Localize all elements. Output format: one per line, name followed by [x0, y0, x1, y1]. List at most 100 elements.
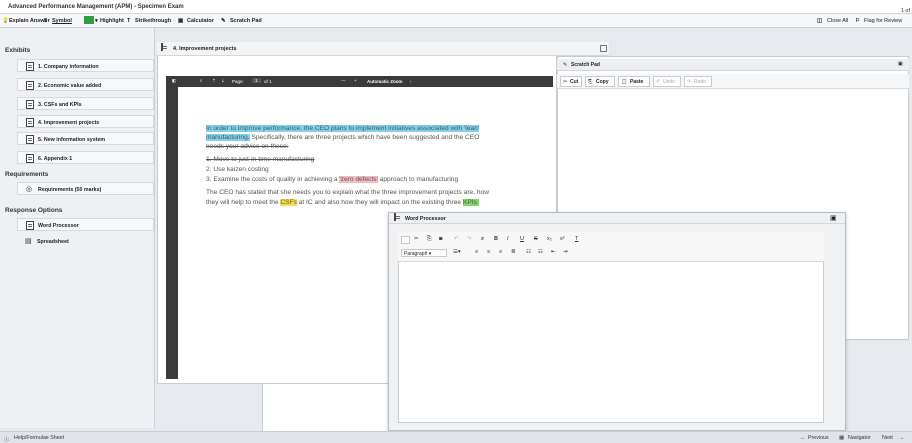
bold-icon[interactable]: B — [494, 236, 498, 242]
document-icon — [26, 81, 34, 90]
document-header: 4. Improvement projects — [157, 42, 609, 56]
exhibit-item-1[interactable]: 1. Company information — [17, 59, 154, 72]
window-restore-button[interactable]: ▣ — [898, 61, 903, 67]
bullet-list-icon[interactable]: ☷ — [526, 249, 531, 255]
underline-icon[interactable]: U — [520, 236, 524, 242]
strikethrough-button[interactable]: Strikethrough — [135, 18, 171, 24]
redo-button[interactable]: ↷ Redo — [684, 76, 712, 87]
copy-label: Copy — [596, 79, 609, 85]
exhibit-label: 4. Improvement projects — [38, 119, 100, 126]
navigator-button[interactable]: Navigator — [848, 435, 871, 441]
exhibit-item-4[interactable]: 4. Improvement projects — [17, 115, 154, 128]
italic-icon[interactable]: I — [507, 236, 509, 242]
exhibits-heading: Exhibits — [5, 47, 31, 54]
page-number-input[interactable]: 1 — [252, 78, 261, 83]
copy-icon[interactable]: ⎘ — [427, 236, 431, 243]
response-label: Spreadsheet — [37, 238, 69, 245]
exhibit-item-5[interactable]: 5. New information system — [17, 132, 154, 145]
line-spacing-icon[interactable]: ☰▾ — [453, 249, 461, 255]
superscript-icon[interactable]: x² — [560, 236, 565, 242]
paste-icon[interactable]: ◙ — [439, 236, 442, 242]
symbol-button[interactable]: Symbol — [52, 18, 72, 24]
exhibit-label: 3. CSFs and KPIs — [38, 101, 82, 108]
document-icon — [26, 135, 34, 144]
highlighted-text: KPIs. — [462, 199, 479, 206]
redo-label: Redo — [694, 79, 706, 85]
list-item-2: 2. Use kaizen costing — [206, 166, 269, 173]
copy-icon: ⎘ — [588, 79, 593, 85]
undo-button[interactable]: ↶ Undo — [653, 76, 681, 87]
chevron-down-icon: › — [410, 79, 412, 84]
highlight-color-swatch[interactable] — [84, 16, 94, 24]
scratch-pad-button[interactable]: Scratch Pad — [230, 18, 262, 24]
cut-icon[interactable]: ✂ — [414, 236, 419, 242]
window-restore-button[interactable] — [600, 45, 607, 52]
document-icon — [26, 62, 34, 71]
previous-button[interactable]: Previous — [808, 435, 829, 441]
outdent-icon[interactable]: ⇤ — [551, 249, 556, 255]
exhibit-item-3[interactable]: 3. CSFs and KPIs — [17, 97, 154, 110]
numbered-list-icon[interactable]: ☷ — [538, 249, 543, 255]
align-right-icon[interactable]: ≡ — [499, 249, 502, 255]
search-icon[interactable]: ⌕ — [200, 78, 203, 83]
pencil-icon: ✎ — [221, 18, 226, 24]
window-title: Advanced Performance Management (APM) - … — [8, 4, 184, 10]
flag-icon: ⚐ — [855, 18, 860, 24]
redo-icon[interactable]: ↷ — [467, 236, 472, 242]
strikethrough-icon: T — [127, 18, 131, 24]
undo-icon[interactable]: ↶ — [454, 236, 459, 242]
align-center-icon[interactable]: ≡ — [487, 249, 490, 255]
spreadsheet-option[interactable]: ▤ Spreadsheet — [17, 235, 154, 248]
highlighted-text: manufacturing. — [206, 134, 250, 141]
highlight-button[interactable]: Highlight — [100, 18, 124, 24]
next-page-icon[interactable]: ⇣ — [221, 78, 225, 84]
subscript-icon[interactable]: x₂ — [547, 236, 552, 242]
copy-button[interactable]: ⎘ Copy — [585, 76, 615, 87]
zoom-in-icon[interactable]: + — [354, 78, 357, 83]
clear-formatting-icon[interactable]: T — [575, 236, 578, 242]
calculator-button[interactable]: Calculator — [187, 18, 214, 24]
arrow-left-icon: ← — [800, 435, 806, 441]
cut-button[interactable]: ✂ Cut — [560, 76, 582, 87]
requirement-label: Requirements (50 marks) — [38, 186, 102, 193]
word-processor-title: Word Processor — [405, 216, 446, 222]
paste-button[interactable]: 📋 Paste — [618, 76, 650, 87]
paragraph-1-line-3: needs your advice on these: — [206, 143, 289, 150]
calculator-icon: ▦ — [178, 18, 184, 24]
align-justify-icon[interactable]: ≣ — [511, 249, 516, 255]
exhibit-item-6[interactable]: 6. Appendix 1 — [17, 151, 154, 164]
help-formulae-button[interactable]: Help/Formulae Sheet — [14, 435, 64, 441]
scratch-pad-toolbar: ✂ Cut ⎘ Copy 📋 Paste ↶ Undo ↷ Redo — [557, 74, 909, 89]
highlighted-text: 'zero defects' — [339, 176, 378, 183]
page-total: of 1 — [264, 79, 272, 84]
paste-label: Paste — [630, 79, 644, 85]
zoom-out-icon[interactable]: — — [341, 78, 346, 83]
requirements-item[interactable]: ◎ Requirements (50 marks) — [17, 182, 154, 195]
scratch-pad-title: Scratch Pad — [571, 62, 600, 68]
paragraph-select-label: Paragraph — [404, 251, 428, 257]
word-processor-icon — [394, 213, 396, 221]
indent-icon[interactable]: ⇥ — [563, 249, 568, 255]
close-all-icon: ◫ — [817, 18, 823, 24]
align-left-icon[interactable]: ≡ — [475, 249, 478, 255]
strikethrough-icon[interactable]: S — [534, 236, 538, 242]
previous-page-icon[interactable]: ⇡ — [212, 78, 216, 84]
flag-for-review-button[interactable]: Flag for Review — [864, 18, 902, 24]
paragraph-text: they will help to meet the — [206, 199, 281, 206]
sidebar-toggle-icon[interactable]: ◧ — [172, 78, 176, 84]
list-text: approach to manufacturing — [377, 176, 459, 183]
word-processor-option[interactable]: Word Processor — [17, 218, 154, 231]
exhibit-item-2[interactable]: 2. Economic value added — [17, 78, 154, 91]
exhibit-label: 6. Appendix 1 — [38, 155, 73, 162]
find-icon[interactable]: ⌕ — [481, 236, 484, 243]
zoom-select[interactable]: Automatic Zoom — [367, 79, 403, 84]
close-all-button[interactable]: Close All — [827, 18, 848, 24]
chevron-down-icon[interactable]: ▾ — [95, 18, 98, 24]
scissors-icon: ✂ — [563, 79, 568, 85]
window-restore-button[interactable]: ▣ — [830, 214, 837, 222]
paragraph-select[interactable]: Paragraph ▾ — [401, 249, 447, 257]
response-label: Word Processor — [38, 222, 79, 229]
next-button[interactable]: Next — [882, 435, 893, 441]
document-icon — [26, 154, 34, 163]
new-document-icon[interactable] — [401, 236, 410, 244]
